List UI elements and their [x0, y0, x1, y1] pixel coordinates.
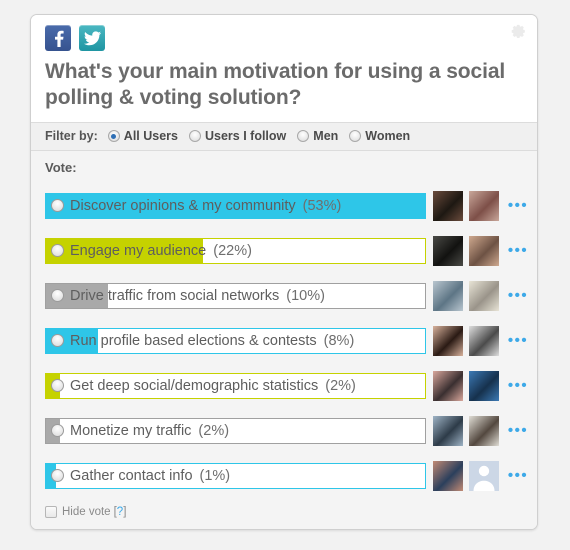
- poll-option-bar[interactable]: Drive traffic from social networks (10%): [45, 282, 426, 309]
- voter-avatars: •••: [433, 190, 529, 221]
- poll-option-label: Get deep social/demographic statistics: [70, 377, 319, 394]
- hide-vote-checkbox[interactable]: [45, 506, 57, 519]
- help-bracket-close: ]: [123, 506, 127, 519]
- radio-icon-option[interactable]: [51, 334, 64, 348]
- filter-bar: Filter by: All Users Users I follow Men …: [31, 123, 537, 152]
- help-link[interactable]: [?]: [114, 506, 127, 518]
- poll-option-bar[interactable]: Engage my audience (22%): [45, 237, 426, 264]
- poll-option-row[interactable]: Engage my audience (22%) •••: [31, 228, 537, 273]
- voter-avatar[interactable]: [469, 280, 499, 311]
- voter-avatars: •••: [433, 370, 529, 401]
- poll-option-bar[interactable]: Run profile based elections & contests (8…: [45, 327, 426, 354]
- radio-icon-all-users[interactable]: [107, 130, 120, 143]
- more-voters-button[interactable]: •••: [507, 423, 529, 438]
- poll-option-row[interactable]: Discover opinions & my community (53%) •••: [31, 183, 537, 228]
- more-voters-button[interactable]: •••: [507, 333, 529, 348]
- filter-option-users-i-follow[interactable]: Users I follow: [189, 129, 286, 143]
- voter-avatar[interactable]: [433, 190, 463, 221]
- poll-option-percent: (1%): [199, 467, 231, 484]
- poll-options-list: Discover opinions & my community (53%) •••…: [31, 183, 537, 498]
- radio-icon-option[interactable]: [51, 289, 64, 303]
- page-title: What's your main motivation for using a …: [45, 60, 506, 109]
- poll-option-content: Engage my audience (22%): [46, 243, 252, 259]
- voter-avatars: •••: [433, 460, 529, 491]
- radio-icon-option[interactable]: [51, 199, 64, 213]
- voter-avatars: •••: [433, 235, 529, 266]
- poll-option-content: Drive traffic from social networks (10%): [46, 288, 325, 304]
- poll-option-bar[interactable]: Get deep social/demographic statistics (2…: [45, 372, 426, 399]
- poll-option-row[interactable]: Gather contact info (1%) •••: [31, 453, 537, 498]
- radio-icon-option[interactable]: [51, 379, 64, 393]
- poll-footer: Hide vote [?]: [31, 498, 537, 530]
- voter-avatar[interactable]: [433, 325, 463, 356]
- poll-option-percent: (2%): [198, 422, 230, 439]
- more-voters-button[interactable]: •••: [507, 468, 529, 483]
- gear-icon[interactable]: [511, 23, 527, 39]
- poll-option-label: Drive traffic from social networks: [70, 287, 280, 304]
- poll-option-bar[interactable]: Monetize my traffic (2%): [45, 417, 426, 444]
- poll-option-row[interactable]: Drive traffic from social networks (10%) •…: [31, 273, 537, 318]
- facebook-icon[interactable]: [45, 25, 71, 51]
- poll-option-bar[interactable]: Gather contact info (1%): [45, 462, 426, 489]
- poll-option-percent: (10%): [286, 287, 325, 304]
- hide-vote-label: Hide vote: [62, 506, 111, 519]
- voter-avatar-placeholder[interactable]: [469, 460, 499, 491]
- voter-avatar[interactable]: [433, 235, 463, 266]
- poll-option-row[interactable]: Run profile based elections & contests (8…: [31, 318, 537, 363]
- poll-option-content: Run profile based elections & contests (8…: [46, 333, 354, 349]
- poll-option-percent: (53%): [302, 197, 342, 214]
- poll-option-percent: (2%): [325, 377, 356, 394]
- more-voters-button[interactable]: •••: [507, 378, 529, 393]
- voter-avatar[interactable]: [469, 370, 499, 401]
- vote-label: Vote:: [45, 160, 77, 176]
- voter-avatar[interactable]: [469, 235, 499, 266]
- poll-option-label: Discover opinions & my community: [70, 197, 296, 214]
- poll-body: Vote: Discover opinions & my community (5…: [31, 151, 537, 499]
- filter-option-men[interactable]: Men: [297, 129, 338, 143]
- filter-option-all-users[interactable]: All Users: [107, 129, 178, 144]
- poll-option-label: Run profile based elections & contests: [70, 332, 317, 349]
- voter-avatar[interactable]: [469, 415, 499, 446]
- radio-icon-men[interactable]: [297, 130, 310, 143]
- poll-option-percent: (22%): [213, 242, 252, 259]
- poll-option-label: Monetize my traffic: [70, 422, 192, 439]
- more-voters-button[interactable]: •••: [507, 243, 529, 258]
- filter-option-label: Men: [313, 129, 339, 144]
- voter-avatar[interactable]: [433, 460, 463, 491]
- twitter-icon[interactable]: [79, 25, 105, 51]
- filter-option-label: Users I follow: [205, 129, 287, 144]
- radio-icon-women[interactable]: [349, 130, 362, 143]
- social-share-row: [45, 25, 523, 51]
- filter-option-label: All Users: [123, 129, 178, 144]
- voter-avatars: •••: [433, 415, 529, 446]
- voter-avatars: •••: [433, 280, 529, 311]
- poll-header: What's your main motivation for using a …: [31, 15, 537, 124]
- radio-icon-option[interactable]: [51, 424, 64, 438]
- poll-option-content: Monetize my traffic (2%): [46, 423, 229, 439]
- poll-option-label: Gather contact info: [70, 467, 193, 484]
- radio-icon-users-i-follow[interactable]: [189, 130, 201, 143]
- poll-widget: What's your main motivation for using a …: [30, 14, 538, 531]
- filter-label: Filter by:: [45, 129, 98, 144]
- voter-avatar[interactable]: [433, 370, 463, 401]
- poll-option-row[interactable]: Monetize my traffic (2%) •••: [31, 408, 537, 453]
- voter-avatar[interactable]: [469, 325, 499, 356]
- poll-option-label: Engage my audience: [70, 242, 207, 259]
- poll-option-content: Gather contact info (1%): [46, 468, 230, 484]
- poll-option-content: Get deep social/demographic statistics (2…: [46, 378, 356, 394]
- voter-avatar[interactable]: [433, 415, 463, 446]
- poll-option-content: Discover opinions & my community (53%): [46, 198, 341, 214]
- filter-option-label: Women: [365, 129, 411, 144]
- voter-avatar[interactable]: [433, 280, 463, 311]
- radio-icon-option[interactable]: [51, 469, 64, 483]
- poll-option-percent: (8%): [323, 332, 355, 349]
- poll-option-row[interactable]: Get deep social/demographic statistics (2…: [31, 363, 537, 408]
- voter-avatars: •••: [433, 325, 529, 356]
- radio-icon-option[interactable]: [51, 244, 64, 258]
- voter-avatar[interactable]: [469, 190, 499, 221]
- more-voters-button[interactable]: •••: [507, 198, 529, 213]
- poll-option-bar[interactable]: Discover opinions & my community (53%): [45, 192, 426, 219]
- filter-option-women[interactable]: Women: [349, 129, 410, 143]
- more-voters-button[interactable]: •••: [507, 288, 529, 303]
